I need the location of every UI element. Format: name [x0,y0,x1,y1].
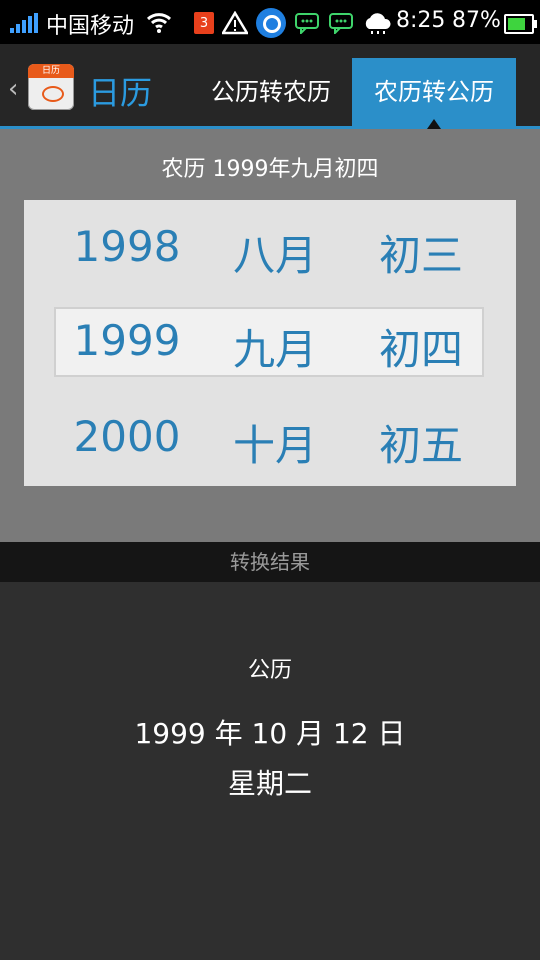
result-date: 1999 年 10 月 12 日 [134,717,406,750]
weather-cloud-icon [365,13,391,34]
month-option[interactable]: 八月 [200,222,350,283]
chat-icon [295,13,319,34]
result-calendar-label: 公历 [247,658,292,683]
tab-solar-to-lunar[interactable]: 公历转农历 [196,58,346,126]
calendar-app-icon[interactable]: 日历 [28,64,74,110]
clock: 8:25 [396,8,446,33]
battery-icon [504,14,537,34]
back-chevron-icon[interactable]: ‹ [8,74,18,104]
year-option[interactable]: 2000 [52,412,202,461]
selected-lunar-date: 农历 1999年九月初四 [161,157,379,182]
result-section-header: 转换结果 [0,542,540,582]
app-icon-label: 日历 [28,64,74,78]
message-icon [329,13,353,34]
carrier-name: 中国移动 [46,14,135,39]
day-option[interactable]: 初五 [346,412,496,473]
status-bar: 中国移动 3 8:25 87% [0,0,540,44]
app-header: ‹ 日历 日历 公历转农历 农历转公历 [0,44,540,129]
signal-icon [10,13,40,33]
month-selected[interactable]: 九月 [200,316,350,377]
browser-icon [256,8,286,38]
date-picker-section: 农历 1999年九月初四 1998 1999 2000 八月 九月 十月 初三 … [0,129,540,542]
battery-percent: 87% [452,8,501,33]
result-weekday: 星期二 [227,767,312,800]
wifi-icon [146,13,172,33]
date-picker[interactable]: 1998 1999 2000 八月 九月 十月 初三 初四 初五 [24,200,516,486]
month-option[interactable]: 十月 [200,412,350,473]
year-selected[interactable]: 1999 [52,316,202,365]
notification-badge: 3 [194,12,214,34]
tab-lunar-to-solar[interactable]: 农历转公历 [352,58,516,129]
year-option[interactable]: 1998 [52,222,202,271]
day-option[interactable]: 初三 [346,222,496,283]
warning-icon [222,11,248,35]
app-title[interactable]: 日历 [88,68,152,114]
day-selected[interactable]: 初四 [346,316,496,377]
